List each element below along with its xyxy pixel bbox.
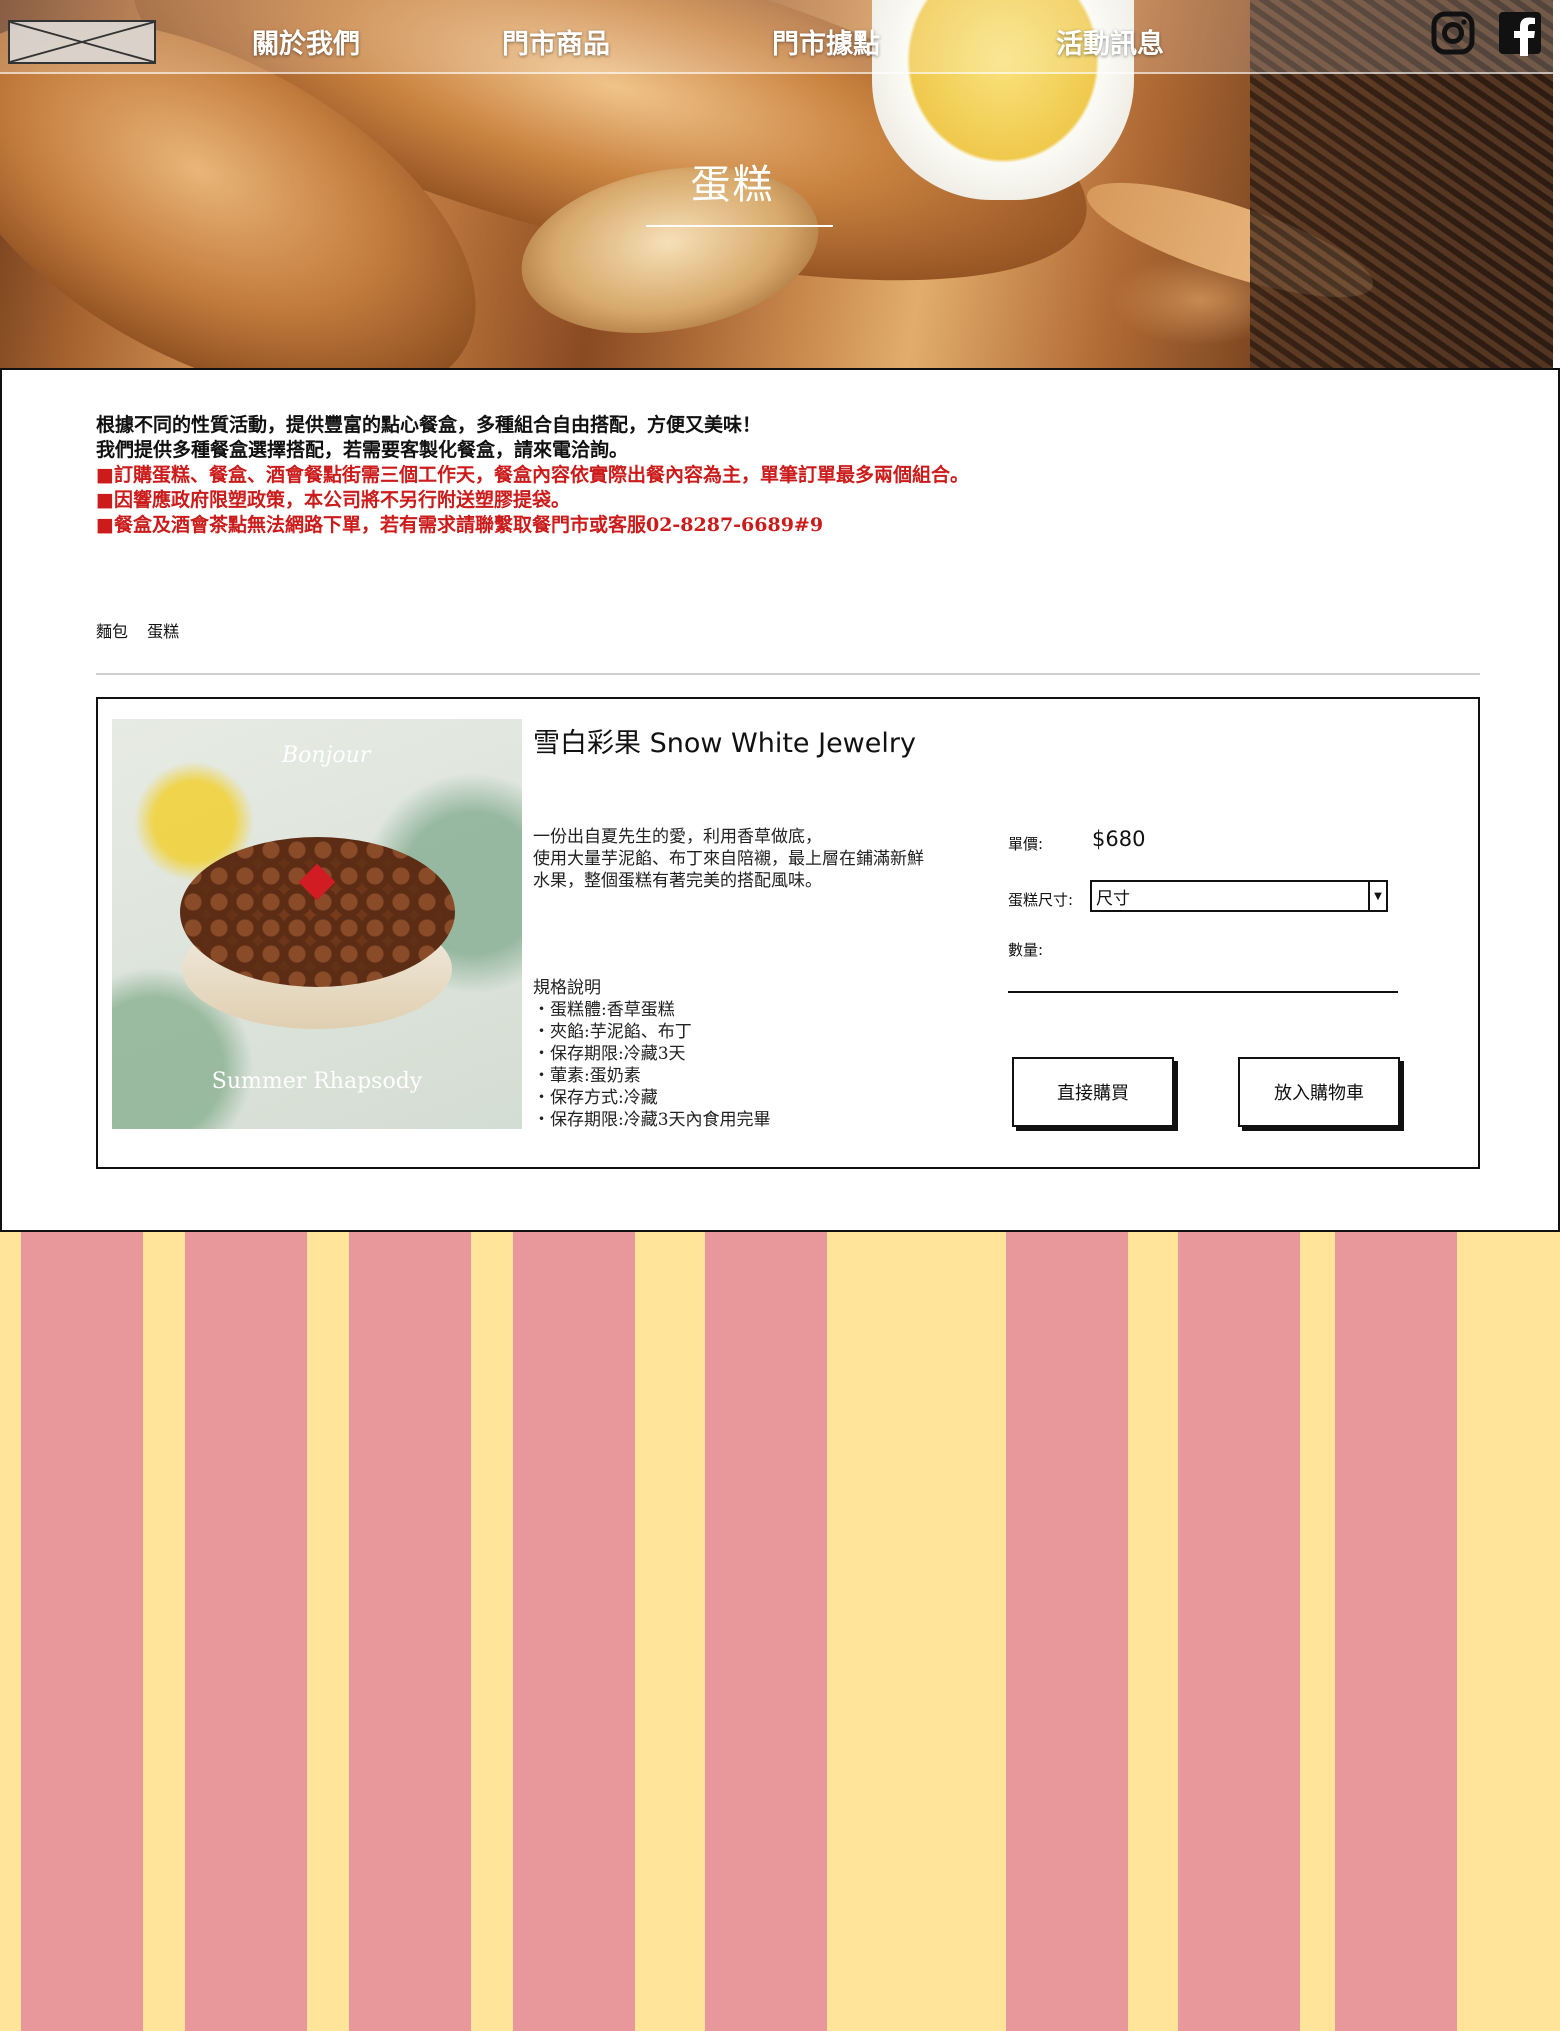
image-placeholder-icon (10, 22, 154, 62)
nav-events[interactable]: 活動訊息 (1056, 22, 1164, 61)
divider (96, 673, 1480, 675)
spec-item: ・保存方式:冷藏 (533, 1088, 658, 1108)
chevron-down-icon[interactable]: ▼ (1368, 882, 1386, 910)
stripe (1006, 1232, 1128, 2031)
stripe (705, 1232, 827, 2031)
description-line: 水果，整個蛋糕有著完美的搭配風味。 (533, 871, 822, 891)
notice-line: ■餐盒及酒會茶點無法網路下單，若有需求請聯繫取餐門市或客服02-8287-668… (96, 514, 824, 536)
stripe (1335, 1232, 1457, 2031)
buy-now-button[interactable]: 直接購買 (1012, 1057, 1174, 1127)
striped-background (0, 1232, 1560, 2031)
cake-illustration (180, 837, 455, 987)
size-select-value: 尺寸 (1096, 888, 1130, 909)
facebook-icon[interactable] (1497, 10, 1543, 56)
category-links: 麵包 蛋糕 (96, 618, 193, 642)
image-subtitle-text: Summer Rhapsody (211, 1069, 423, 1094)
description-line: 一份出自夏先生的愛，利用香草做底， (533, 827, 822, 847)
spec-item: ・葷素:蛋奶素 (533, 1066, 641, 1086)
size-label: 蛋糕尺寸: (1008, 891, 1074, 909)
notice-line: ■因響應政府限塑政策，本公司將不另行附送塑膠提袋。 (96, 489, 570, 511)
add-to-cart-button[interactable]: 放入購物車 (1238, 1057, 1400, 1127)
stripe (185, 1232, 307, 2031)
quantity-input[interactable] (1008, 991, 1398, 993)
nav-about-us[interactable]: 關於我們 (252, 22, 360, 61)
image-brand-text: Bonjour (282, 743, 371, 768)
spec-item: ・夾餡:芋泥餡、布丁 (533, 1022, 692, 1042)
logo-placeholder[interactable] (8, 20, 156, 64)
spec-list: 規格說明 ・蛋糕體:香草蛋糕 ・夾餡:芋泥餡、布丁 ・保存期限:冷藏3天 ・葷素… (533, 977, 771, 1131)
main-content: 根據不同的性質活動，提供豐富的點心餐盒，多種組合自由搭配，方便又美味！ 我們提供… (0, 368, 1560, 1232)
category-link-cake[interactable]: 蛋糕 (147, 622, 179, 641)
title-underline (646, 225, 833, 227)
page-title: 蛋糕 (690, 162, 775, 208)
stripe (21, 1232, 143, 2031)
stripe (349, 1232, 471, 2031)
product-card: Bonjour Summer Rhapsody 雪白彩果 Snow White … (96, 697, 1480, 1169)
category-link-bread[interactable]: 麵包 (96, 622, 128, 641)
intro-text: 根據不同的性質活動，提供豐富的點心餐盒，多種組合自由搭配，方便又美味！ 我們提供… (96, 413, 1096, 538)
nav-store-products[interactable]: 門市商品 (502, 22, 610, 61)
top-navbar: 關於我們 門市商品 門市據點 活動訊息 (0, 0, 1560, 74)
stripe (1178, 1232, 1300, 2031)
price-value: $680 (1092, 827, 1146, 851)
stripe (513, 1232, 635, 2031)
size-select[interactable]: 尺寸 ▼ (1090, 880, 1388, 912)
product-description: 一份出自夏先生的愛，利用香草做底， 使用大量芋泥餡、布丁來自陪襯，最上層在鋪滿新… (533, 826, 973, 892)
product-title: 雪白彩果 Snow White Jewelry (533, 728, 916, 759)
intro-line: 我們提供多種餐盒選擇搭配，若需要客製化餐盒，請來電洽詢。 (96, 439, 629, 461)
price-label: 單價: (1008, 835, 1044, 853)
spec-title: 規格說明 (533, 978, 601, 998)
nav-store-locations[interactable]: 門市據點 (772, 22, 880, 61)
description-line: 使用大量芋泥餡、布丁來自陪襯，最上層在鋪滿新鮮 (533, 849, 924, 869)
instagram-icon[interactable] (1430, 10, 1476, 56)
quantity-label: 數量: (1008, 941, 1044, 959)
spec-item: ・保存期限:冷藏3天內食用完畢 (533, 1110, 771, 1130)
notice-line: ■訂購蛋糕、餐盒、酒會餐點街需三個工作天，餐盒內容依實際出餐內容為主，單筆訂單最… (96, 464, 969, 486)
product-image: Bonjour Summer Rhapsody (112, 719, 522, 1129)
spec-item: ・蛋糕體:香草蛋糕 (533, 1000, 675, 1020)
spec-item: ・保存期限:冷藏3天 (533, 1044, 686, 1064)
intro-line: 根據不同的性質活動，提供豐富的點心餐盒，多種組合自由搭配，方便又美味！ (96, 414, 762, 436)
